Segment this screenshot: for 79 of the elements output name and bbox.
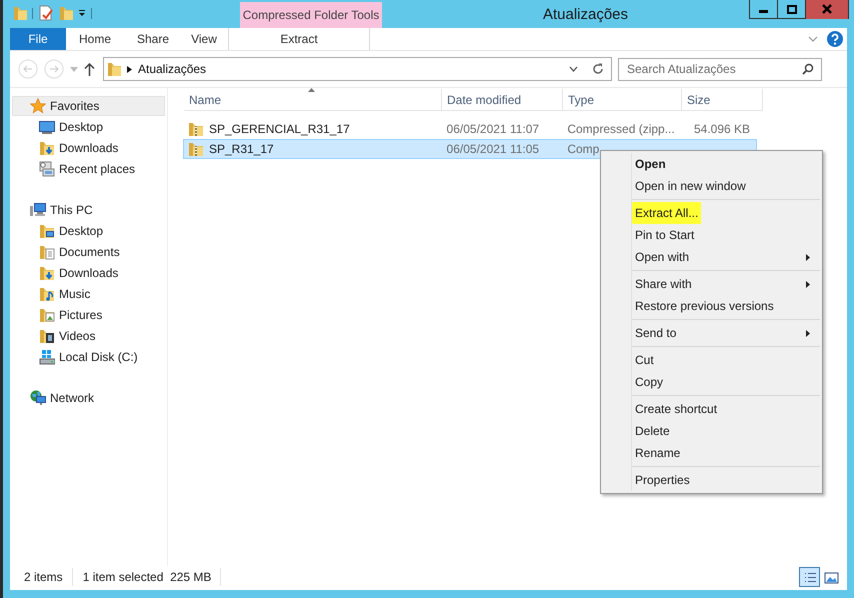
menu-item[interactable]: Pin to Start [601, 224, 822, 246]
sort-up-icon[interactable] [308, 88, 315, 92]
breadcrumb-item[interactable]: Atualizações [138, 60, 206, 78]
sidebar-item[interactable]: Documents [10, 241, 167, 262]
column-header[interactable]: Name [184, 89, 442, 111]
documents-folder-icon [39, 244, 55, 260]
menu-item[interactable]: Delete [601, 420, 822, 442]
menu-item[interactable]: Send to [601, 322, 822, 344]
zip-folder-icon [188, 121, 204, 137]
submenu-arrow-icon [806, 280, 810, 288]
drive-icon [39, 348, 55, 364]
column-header[interactable]: Date modified [442, 89, 563, 111]
contextual-tab-group-label: Compressed Folder Tools [240, 2, 382, 28]
file-name: SP_R31_17 [209, 141, 274, 158]
search-field[interactable]: Search Atualizações [618, 58, 822, 80]
file-row[interactable]: SP_GERENCIAL_R31_17 06/05/2021 11:07 Compressed (zipp... 54.096 KB [183, 119, 757, 139]
menu-item[interactable]: Open in new window [601, 175, 822, 197]
date-cell-text: 06/05/2021 11:07 [446, 121, 540, 138]
sidebar-item[interactable]: Videos [10, 325, 167, 346]
monitor-icon [39, 118, 55, 134]
menu-item[interactable]: Copy [601, 371, 822, 393]
up-arrow-icon[interactable] [84, 62, 95, 76]
properties-icon[interactable] [38, 5, 54, 21]
sidebar-item[interactable]: Local Disk (C:) [10, 346, 167, 367]
ribbon-tab[interactable]: Share [124, 28, 182, 50]
sidebar-item[interactable]: Pictures [10, 304, 167, 325]
menu-item[interactable]: Share with [601, 273, 822, 295]
column-header[interactable]: Type [563, 89, 682, 111]
sidebar-item[interactable]: Desktop [10, 116, 167, 137]
refresh-icon[interactable] [592, 63, 604, 75]
column-header[interactable]: Size [682, 89, 763, 111]
downloads-folder-icon [39, 264, 55, 280]
status-text: 1 item selected 225 MB [82, 568, 222, 586]
sidebar-item[interactable]: Downloads [10, 137, 167, 158]
window-title: Atualizações [542, 5, 630, 25]
menu-item[interactable]: Cut [601, 349, 822, 371]
videos-folder-icon [39, 328, 55, 344]
submenu-arrow-icon [806, 254, 810, 260]
sidebar-item[interactable]: Music [10, 283, 167, 304]
dropdown-icon[interactable] [78, 9, 86, 17]
folder-icon [107, 61, 121, 77]
desktop-folder-icon [39, 222, 55, 238]
size-cell-text: 54.096 KB [694, 121, 750, 138]
ribbon-tab[interactable]: Home [66, 28, 124, 50]
sidebar-item[interactable]: Downloads [10, 262, 167, 283]
computer-icon [30, 202, 46, 218]
chevron-down-icon[interactable] [569, 66, 578, 72]
breadcrumb-arrow-icon [127, 66, 132, 72]
menu-item[interactable]: Rename [601, 442, 822, 464]
menu-item[interactable]: Open with [601, 246, 822, 268]
sidebar-item[interactable]: This PC [12, 200, 165, 220]
ribbon-tab[interactable]: View [182, 28, 226, 50]
status-text: 2 items [24, 568, 73, 586]
sidebar-item[interactable]: Network [12, 388, 165, 408]
sidebar-item[interactable]: Favorites [12, 96, 165, 116]
submenu-arrow-icon [806, 330, 810, 336]
close-button[interactable] [806, 0, 848, 19]
ribbon-tab[interactable]: Extract [229, 28, 369, 50]
downloads-folder-icon [39, 140, 55, 156]
star-icon [30, 98, 46, 114]
music-folder-icon [39, 286, 55, 302]
type-cell-text: Comp [567, 141, 600, 158]
sidebar-item[interactable]: Desktop [10, 220, 167, 241]
search-icon[interactable] [802, 62, 814, 74]
zip-folder-icon [188, 141, 204, 157]
menu-item[interactable]: Extract All... [601, 202, 822, 224]
menu-item[interactable]: Create shortcut [601, 398, 822, 420]
network-icon [30, 390, 46, 406]
view-toggle-button[interactable] [799, 567, 820, 587]
help-icon[interactable] [827, 31, 843, 47]
file-name: SP_GERENCIAL_R31_17 [209, 121, 350, 138]
sidebar-item[interactable]: Recent places [10, 158, 167, 179]
pictures-folder-icon [39, 306, 55, 322]
recent-places-icon [39, 160, 55, 176]
type-cell-text: Compressed (zipp... [567, 121, 675, 138]
date-cell-text: 06/05/2021 11:05 [446, 141, 540, 158]
menu-item[interactable]: Properties [601, 469, 822, 491]
menu-item[interactable]: Restore previous versions [601, 295, 822, 317]
address-bar[interactable]: Atualizações [103, 57, 612, 81]
